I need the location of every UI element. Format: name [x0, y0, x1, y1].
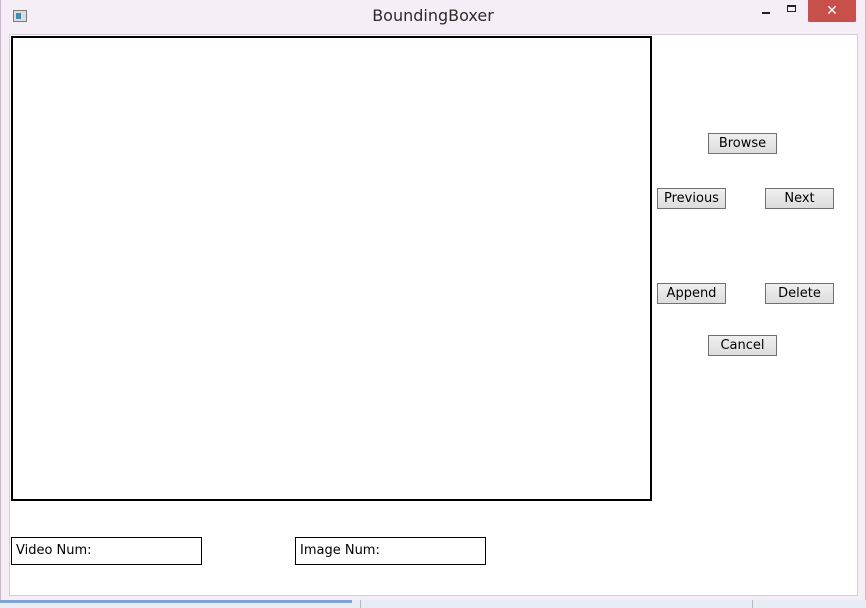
append-button[interactable]: Append [657, 283, 726, 304]
taskbar-strip [0, 600, 866, 608]
image-num-label: Image Num: [295, 537, 486, 565]
taskbar-divider [360, 600, 361, 608]
maximize-button[interactable] [781, 0, 807, 22]
taskbar-active-indicator [0, 600, 352, 603]
image-canvas[interactable] [11, 36, 652, 501]
title-bar[interactable]: BoundingBoxer ✕ [1, 0, 865, 32]
client-area: Browse Previous Next Append Delete Cance… [9, 34, 858, 596]
taskbar-divider [752, 600, 753, 608]
maximize-icon [787, 5, 796, 12]
close-icon: ✕ [826, 3, 838, 19]
close-button[interactable]: ✕ [808, 0, 856, 22]
previous-button[interactable]: Previous [657, 188, 726, 209]
next-button[interactable]: Next [765, 188, 834, 209]
minimize-button[interactable] [753, 0, 779, 22]
app-window: BoundingBoxer ✕ Browse Previous Next App… [0, 0, 866, 608]
video-num-label: Video Num: [11, 537, 202, 565]
minimize-icon [762, 12, 770, 14]
browse-button[interactable]: Browse [708, 133, 777, 154]
window-title: BoundingBoxer [372, 6, 494, 25]
cancel-button[interactable]: Cancel [708, 335, 777, 356]
delete-button[interactable]: Delete [765, 283, 834, 304]
